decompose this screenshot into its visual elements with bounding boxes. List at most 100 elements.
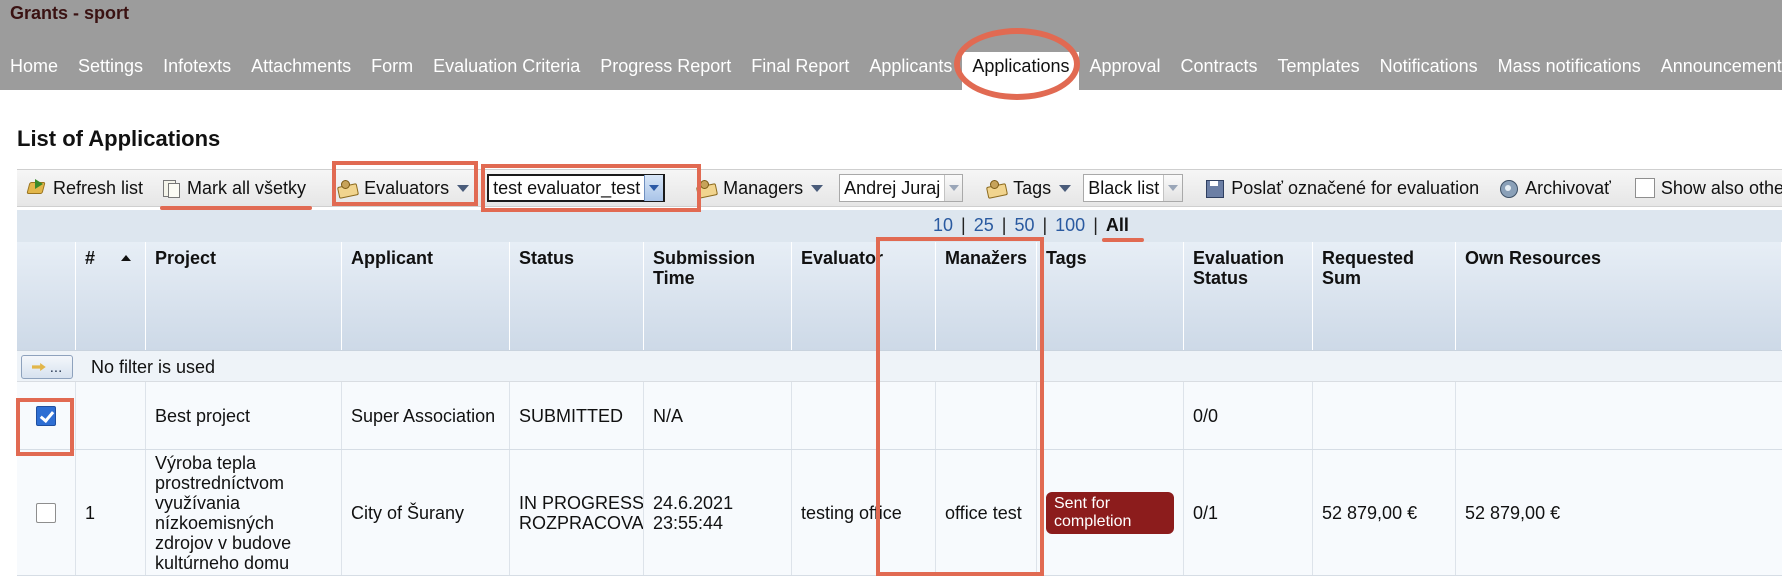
send-for-evaluation-label: Poslať označené for evaluation (1231, 177, 1480, 198)
cell-evaluation-status: 0/0 (1184, 382, 1313, 449)
filter-status-text: No filter is used (91, 357, 216, 377)
chevron-down-icon (457, 184, 470, 192)
pager: 10 | 25 | 50 | 100 | All (17, 210, 1782, 242)
top-bar: Grants - sport Home Settings Infotexts A… (0, 0, 1782, 90)
checkbox-icon[interactable] (1634, 178, 1655, 198)
arrow-right-icon (31, 363, 46, 371)
archive-button[interactable]: Archivovať (1499, 178, 1611, 199)
page-size-50[interactable]: 50 (1006, 215, 1042, 236)
tag-badge[interactable]: Sent for completion (1046, 491, 1174, 534)
nav-home[interactable]: Home (0, 52, 68, 90)
archive-label: Archivovať (1525, 177, 1611, 198)
page-size-10[interactable]: 10 (925, 215, 961, 236)
refresh-list-button[interactable]: Refresh list (27, 178, 143, 199)
sort-ascending-icon (121, 255, 131, 261)
nav-form[interactable]: Form (361, 52, 423, 90)
cell-number (76, 382, 146, 449)
cell-evaluation-status: 0/1 (1184, 450, 1313, 575)
page-size-all[interactable]: All (1098, 215, 1137, 236)
table-row[interactable]: 1 Výroba tepla prostredníctvom využívani… (17, 450, 1782, 576)
cell-managers: office test (936, 450, 1037, 575)
main-nav: Home Settings Infotexts Attachments Form… (0, 52, 1782, 90)
applications-grid: # Project Applicant Status Submission Ti… (17, 242, 1782, 576)
show-also-other-checkbox[interactable]: Show also other (1634, 177, 1782, 199)
column-header-evaluation-status[interactable]: Evaluation Status (1184, 242, 1313, 350)
cell-evaluator: testing office (792, 450, 936, 575)
tags-menu-button[interactable]: Tags (987, 178, 1072, 199)
row-select-cell (17, 382, 76, 449)
managers-label: Managers (723, 177, 804, 198)
column-header-managers[interactable]: Manažers (936, 242, 1037, 350)
cell-number: 1 (76, 450, 146, 575)
column-header-applicant[interactable]: Applicant (342, 242, 510, 350)
cell-evaluator (792, 382, 936, 449)
nav-infotexts[interactable]: Infotexts (153, 52, 241, 90)
manager-select-value: Andrej Juraj (844, 177, 941, 198)
nav-notifications[interactable]: Notifications (1370, 52, 1488, 90)
cell-requested-sum: 52 879,00 € (1313, 450, 1456, 575)
tag-select-value: Black list (1088, 177, 1160, 198)
cell-own-resources: 52 879,00 € (1465, 502, 1561, 523)
nav-settings[interactable]: Settings (68, 52, 153, 90)
chevron-down-icon (811, 184, 824, 192)
column-header-select (17, 242, 76, 350)
cell-applicant: Super Association (342, 382, 510, 449)
tag-select[interactable]: Black list (1083, 174, 1184, 202)
page-size-100[interactable]: 100 (1047, 215, 1093, 236)
nav-final-report[interactable]: Final Report (741, 52, 859, 90)
column-header-own-resources[interactable]: Own Resources (1456, 242, 1782, 350)
toolbar: Refresh list Mark all všetky Evaluators … (17, 169, 1782, 207)
chevron-down-icon[interactable] (1163, 175, 1183, 201)
column-header-project[interactable]: Project (146, 242, 342, 350)
row-select-cell (17, 450, 76, 575)
users-icon (338, 179, 358, 197)
evaluator-select-value: test evaluator_test (493, 177, 641, 198)
cell-tags (1037, 382, 1184, 449)
nav-applications[interactable]: Applications (962, 52, 1080, 90)
column-header-number[interactable]: # (76, 242, 146, 350)
refresh-icon (27, 179, 47, 197)
send-for-evaluation-button[interactable]: Poslať označené for evaluation (1205, 178, 1479, 199)
cell-applicant: City of Šurany (342, 450, 510, 575)
row-checkbox[interactable] (36, 405, 56, 426)
evaluators-menu-button[interactable]: Evaluators (338, 178, 470, 199)
cell-project: Best project (146, 382, 342, 449)
nav-contracts[interactable]: Contracts (1171, 52, 1268, 90)
cell-requested-sum (1313, 382, 1456, 449)
row-checkbox[interactable] (36, 502, 56, 523)
nav-attachments[interactable]: Attachments (241, 52, 361, 90)
refresh-list-label: Refresh list (53, 177, 144, 198)
column-header-status[interactable]: Status (510, 242, 644, 350)
cell-status: IN PROGRESS ROZPRACOVANÁ (510, 450, 644, 575)
column-header-tags[interactable]: Tags (1037, 242, 1184, 350)
page-title: List of Applications (17, 126, 221, 151)
column-header-requested-sum[interactable]: Requested Sum (1313, 242, 1456, 350)
chevron-down-icon[interactable] (644, 175, 664, 201)
column-header-submission-time[interactable]: Submission Time (644, 242, 792, 350)
cell-managers (936, 382, 1037, 449)
table-row[interactable]: Best project Super Association SUBMITTED… (17, 382, 1782, 450)
tag-icon (987, 179, 1007, 197)
managers-menu-button[interactable]: Managers (697, 177, 824, 199)
nav-applicants[interactable]: Applicants (859, 52, 962, 90)
filter-button[interactable]: ... (21, 355, 73, 379)
column-header-evaluator[interactable]: Evaluator (792, 242, 936, 350)
manager-select[interactable]: Andrej Juraj (839, 174, 964, 202)
evaluator-select[interactable]: test evaluator_test (487, 174, 666, 202)
mark-all-label: Mark all všetky (187, 177, 307, 198)
nav-progress-report[interactable]: Progress Report (590, 52, 741, 90)
cell-tags: Sent for completion (1037, 450, 1184, 575)
mark-all-button[interactable]: Mark all všetky (161, 178, 306, 199)
filter-row: ... No filter is used (17, 350, 1782, 382)
nav-approval[interactable]: Approval (1079, 52, 1170, 90)
save-icon (1205, 179, 1225, 198)
nav-mass-notifications[interactable]: Mass notifications (1488, 52, 1651, 90)
page-size-25[interactable]: 25 (966, 215, 1002, 236)
nav-announcements[interactable]: Announcements (1651, 52, 1782, 90)
chevron-down-icon[interactable] (944, 175, 963, 201)
cell-own-resources (1456, 382, 1782, 449)
cell-submission-time: N/A (644, 382, 792, 449)
nav-evaluation-criteria[interactable]: Evaluation Criteria (423, 52, 590, 90)
nav-templates[interactable]: Templates (1268, 52, 1370, 90)
show-also-other-label: Show also other (1660, 177, 1782, 198)
